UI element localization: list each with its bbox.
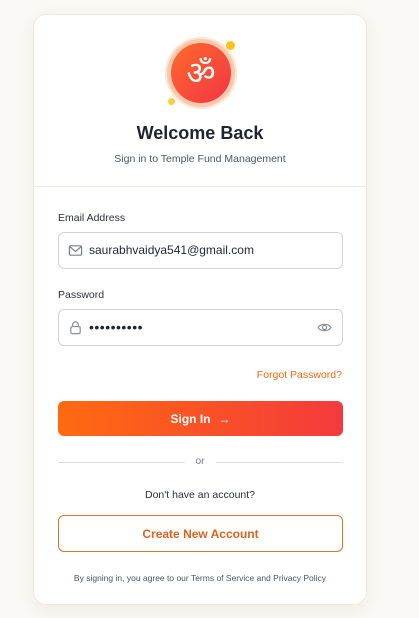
lock-icon <box>70 321 81 335</box>
password-label: Password <box>58 289 105 301</box>
om-icon: ॐ <box>171 43 231 103</box>
page-title: Welcome Back <box>136 123 264 143</box>
page-subtitle: Sign in to Temple Fund Management <box>114 153 286 165</box>
header-divider <box>34 186 366 187</box>
password-field[interactable]: •••••••••• <box>58 309 343 346</box>
sign-in-label: Sign In <box>170 411 211 426</box>
logo-accent-dot-bottom <box>168 98 175 105</box>
sign-in-button[interactable]: Sign In → <box>58 401 343 436</box>
email-value: saurabhvaidya541@gmail.com <box>89 243 254 257</box>
forgot-password-link[interactable]: Forgot Password? <box>257 369 342 381</box>
logo-symbol: ॐ <box>186 54 216 92</box>
temple-logo: ॐ <box>165 37 237 109</box>
logo-accent-dot-top <box>226 41 235 50</box>
eye-icon[interactable] <box>317 321 332 334</box>
login-card: ॐ Welcome Back Sign in to Temple Fund Ma… <box>33 14 367 605</box>
create-account-button[interactable]: Create New Account <box>58 515 343 552</box>
terms-text: By signing in, you agree to our Terms of… <box>73 573 327 583</box>
no-account-text: Don't have an account? <box>145 489 255 501</box>
or-divider-text: or <box>195 455 205 467</box>
mail-icon <box>68 245 83 256</box>
divider-line-right <box>216 462 343 463</box>
password-value: •••••••••• <box>89 319 144 335</box>
email-label: Email Address <box>58 212 126 224</box>
arrow-right-icon: → <box>218 411 231 426</box>
email-field[interactable]: saurabhvaidya541@gmail.com <box>58 232 343 269</box>
